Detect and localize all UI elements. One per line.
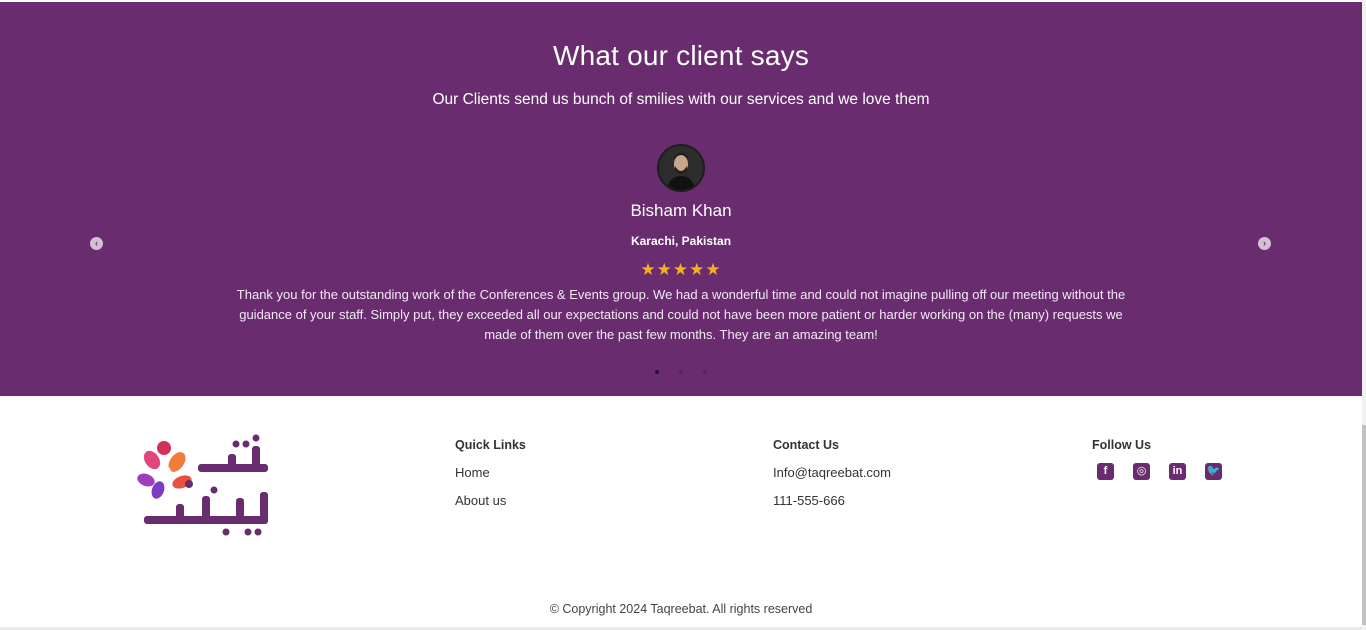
page-scrollbar[interactable] <box>1362 0 1366 630</box>
facebook-icon[interactable]: f <box>1097 463 1114 480</box>
carousel-indicators <box>0 361 1362 374</box>
follow-column: Follow Us f ◎ in 🐦 <box>1092 438 1223 480</box>
rating-stars: ★★★★★ <box>640 260 722 279</box>
copyright-text: © Copyright 2024 Taqreebat. All rights r… <box>549 602 813 616</box>
section-title: What our client says <box>552 40 810 71</box>
instagram-icon[interactable]: ◎ <box>1133 463 1150 480</box>
contact-phone: 111-555-666 <box>773 493 845 508</box>
contact-heading: Contact Us <box>773 438 839 452</box>
linkedin-icon[interactable]: in <box>1169 463 1186 480</box>
footer-link-about[interactable]: About us <box>455 493 526 508</box>
testimonials-section: What our client says Our Clients send us… <box>0 2 1362 396</box>
taqreebat-logo[interactable] <box>132 434 274 544</box>
quick-links-heading: Quick Links <box>455 438 526 452</box>
scrollbar-thumb[interactable] <box>1362 425 1366 625</box>
carousel-dot[interactable] <box>703 370 708 374</box>
site-footer: Quick Links Home About us Contact Us Inf… <box>0 396 1362 630</box>
social-links: f ◎ in 🐦 <box>1092 463 1223 480</box>
contact-column: Contact Us Info@taqreebat.com 111-555-66… <box>773 438 891 521</box>
carousel-dot[interactable] <box>679 370 683 374</box>
carousel-dot[interactable] <box>654 370 659 374</box>
footer-link-home[interactable]: Home <box>455 465 526 480</box>
contact-email-link[interactable]: Info@taqreebat.com <box>773 465 891 480</box>
twitter-icon[interactable]: 🐦 <box>1205 463 1222 480</box>
follow-heading: Follow Us <box>1092 438 1152 452</box>
client-avatar <box>657 144 705 192</box>
section-subtitle: Our Clients send us bunch of smilies wit… <box>432 91 930 108</box>
quick-links-column: Quick Links Home About us <box>455 438 526 521</box>
testimonial-quote: Thank you for the outstanding work of th… <box>236 287 1126 342</box>
client-name: Bisham Khan <box>630 201 732 220</box>
client-location: Karachi, Pakistan <box>630 234 732 248</box>
